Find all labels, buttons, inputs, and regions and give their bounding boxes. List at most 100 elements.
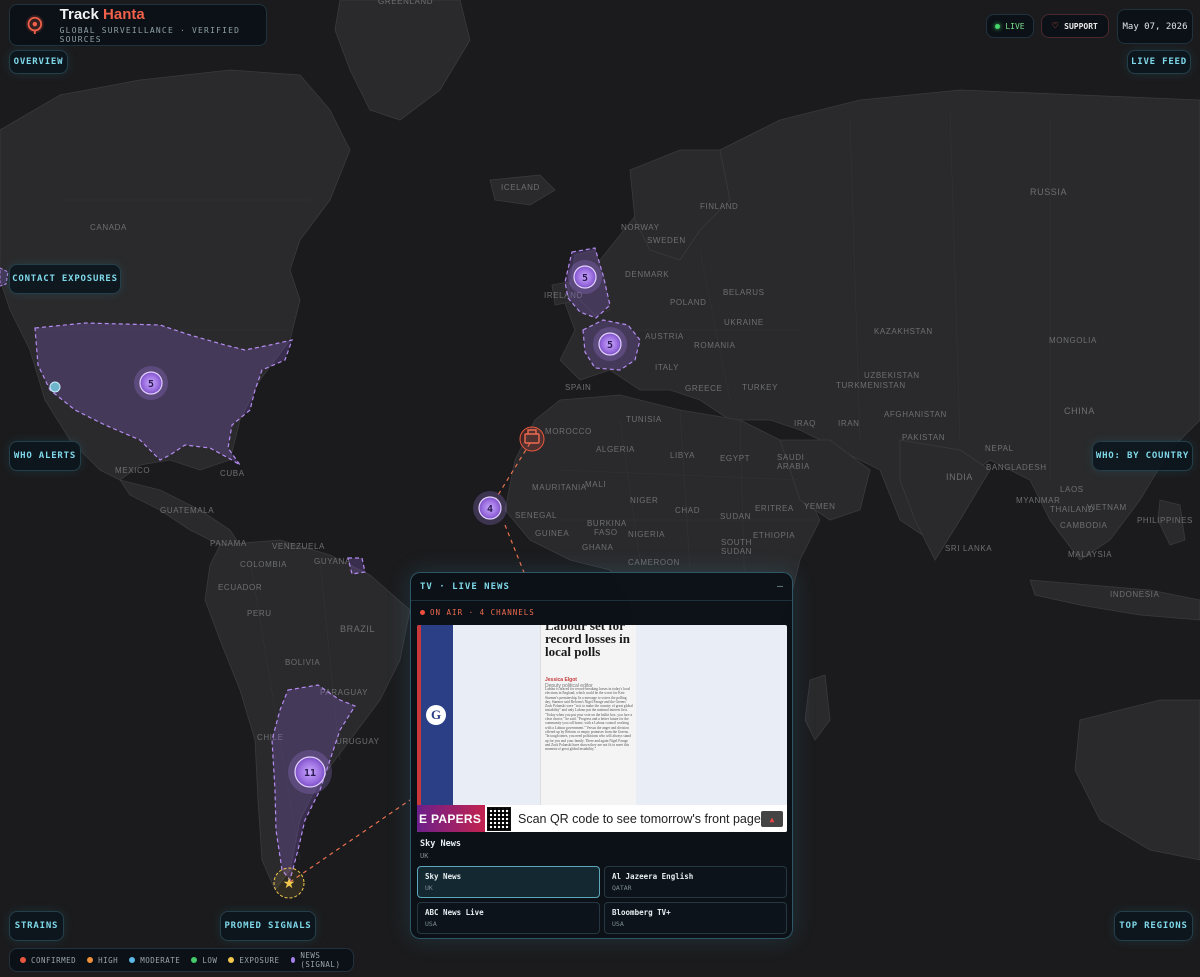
live-feed-button[interactable]: LIVE FEED — [1127, 50, 1191, 74]
svg-text:INDONESIA: INDONESIA — [1110, 590, 1159, 599]
svg-text:UZBEKISTAN: UZBEKISTAN — [864, 371, 920, 380]
current-channel-name: Sky News — [420, 839, 461, 849]
svg-text:MYANMAR: MYANMAR — [1016, 496, 1061, 505]
legend-dot-icon — [87, 957, 94, 963]
channel-country: QATAR — [612, 884, 632, 892]
on-air-label: ON AIR · 4 CHANNELS — [430, 608, 535, 617]
live-dot-icon — [995, 23, 1001, 29]
channel-country: USA — [612, 920, 624, 928]
svg-text:PANAMA: PANAMA — [210, 539, 247, 548]
svg-text:MAURITANIA: MAURITANIA — [532, 483, 587, 492]
support-label: SUPPORT — [1064, 21, 1098, 31]
strains-button[interactable]: STRAINS — [9, 911, 64, 941]
app-title: Track Hanta — [59, 5, 145, 23]
svg-text:LAOS: LAOS — [1060, 485, 1084, 494]
overview-button[interactable]: OVERVIEW — [9, 50, 68, 74]
exposure-marker[interactable]: ★ — [273, 867, 305, 899]
svg-text:CHINA: CHINA — [1064, 406, 1095, 416]
svg-text:UKRAINE: UKRAINE — [724, 318, 764, 327]
svg-text:FASO: FASO — [594, 528, 618, 537]
svg-text:BOLIVIA: BOLIVIA — [285, 658, 320, 667]
svg-text:URUGUAY: URUGUAY — [336, 737, 380, 746]
map-legend: CONFIRMED HIGH MODERATE LOW EXPOSURE NEW… — [9, 948, 354, 972]
svg-text:SENEGAL: SENEGAL — [515, 511, 557, 520]
svg-text:MEXICO: MEXICO — [115, 466, 150, 475]
on-air-dot-icon — [420, 610, 425, 615]
promed-signals-button[interactable]: PROMED SIGNALS — [220, 911, 316, 941]
svg-text:GUINEA: GUINEA — [535, 529, 569, 538]
svg-text:VIETNAM: VIETNAM — [1087, 503, 1127, 512]
svg-text:ETHIOPIA: ETHIOPIA — [753, 531, 795, 540]
svg-text:TUNISIA: TUNISIA — [626, 415, 662, 424]
svg-text:BURKINA: BURKINA — [587, 519, 627, 528]
svg-text:LIBYA: LIBYA — [670, 451, 695, 460]
channel-sky-news[interactable]: Sky News UK — [417, 866, 600, 898]
ship-marker[interactable] — [519, 426, 545, 452]
moderate-marker[interactable] — [49, 381, 61, 393]
svg-text:ITALY: ITALY — [655, 363, 679, 372]
cluster-count: 4 — [487, 504, 493, 515]
minimize-button[interactable]: — — [777, 581, 783, 592]
cluster-usa[interactable]: 5 — [134, 366, 168, 400]
svg-text:MONGOLIA: MONGOLIA — [1049, 336, 1097, 345]
svg-text:CAMBODIA: CAMBODIA — [1060, 521, 1108, 530]
svg-text:VENEZUELA: VENEZUELA — [272, 542, 325, 551]
svg-text:ECUADOR: ECUADOR — [218, 583, 262, 592]
svg-text:CUBA: CUBA — [220, 469, 245, 478]
app-subtitle: GLOBAL SURVEILLANCE · VERIFIED SOURCES — [59, 25, 241, 44]
date-display: May 07, 2026 — [1117, 9, 1193, 44]
svg-text:SAUDI: SAUDI — [777, 453, 804, 462]
svg-text:TURKEY: TURKEY — [742, 383, 778, 392]
svg-text:POLAND: POLAND — [670, 298, 707, 307]
heart-icon: ♡ — [1052, 20, 1059, 32]
svg-text:ROMANIA: ROMANIA — [694, 341, 736, 350]
svg-text:SRI LANKA: SRI LANKA — [945, 544, 992, 553]
legend-news-signal: NEWS (SIGNAL) — [290, 951, 354, 969]
svg-text:GUATEMALA: GUATEMALA — [160, 506, 214, 515]
qr-code-icon — [487, 806, 511, 831]
svg-text:GUYANA: GUYANA — [314, 557, 351, 566]
brand-panel: Track Hanta GLOBAL SURVEILLANCE · VERIFI… — [9, 4, 267, 46]
svg-text:NORWAY: NORWAY — [621, 223, 660, 232]
cluster-france[interactable]: 5 — [593, 327, 627, 361]
support-button[interactable]: ♡ SUPPORT — [1041, 14, 1109, 38]
contact-exposures-button[interactable]: CONTACT EXPOSURES — [9, 264, 121, 294]
svg-text:AFGHANISTAN: AFGHANISTAN — [884, 410, 947, 419]
channel-al-jazeera[interactable]: Al Jazeera English QATAR — [604, 866, 787, 898]
svg-text:ARABIA: ARABIA — [777, 462, 810, 471]
legend-dot-icon — [191, 957, 198, 963]
channel-name: Bloomberg TV+ — [612, 908, 671, 917]
svg-text:MALAYSIA: MALAYSIA — [1068, 550, 1112, 559]
svg-text:EGYPT: EGYPT — [720, 454, 750, 463]
svg-text:PHILIPPINES: PHILIPPINES — [1137, 516, 1193, 525]
svg-text:BRAZIL: BRAZIL — [340, 624, 375, 634]
video-player[interactable]: G Labour set for record losses in local … — [417, 625, 787, 832]
svg-text:GREENLAND: GREENLAND — [378, 0, 433, 6]
svg-text:ICELAND: ICELAND — [501, 183, 540, 192]
svg-text:KAZAKHSTAN: KAZAKHSTAN — [874, 327, 933, 336]
who-by-country-button[interactable]: WHO: BY COUNTRY — [1092, 441, 1193, 471]
svg-text:INDIA: INDIA — [946, 472, 973, 482]
video-headline: Labour set for record losses in local po… — [545, 625, 630, 659]
channel-country: USA — [425, 920, 437, 928]
top-regions-button[interactable]: TOP REGIONS — [1114, 911, 1193, 941]
cluster-argentina[interactable]: 11 — [288, 750, 332, 794]
cluster-count: 5 — [582, 273, 588, 284]
svg-text:BANGLADESH: BANGLADESH — [986, 463, 1047, 472]
channel-name: ABC News Live — [425, 908, 484, 917]
on-air-status: ON AIR · 4 CHANNELS — [420, 608, 535, 617]
cluster-uk[interactable]: 5 — [568, 260, 602, 294]
svg-text:RUSSIA: RUSSIA — [1030, 187, 1067, 197]
channel-bloomberg[interactable]: Bloomberg TV+ USA — [604, 902, 787, 934]
cluster-cape-verde[interactable]: 4 — [473, 491, 507, 525]
svg-text:SUDAN: SUDAN — [720, 512, 751, 521]
svg-text:COLOMBIA: COLOMBIA — [240, 560, 287, 569]
svg-text:DENMARK: DENMARK — [625, 270, 669, 279]
svg-text:CAMEROON: CAMEROON — [628, 558, 680, 567]
svg-text:PERU: PERU — [247, 609, 272, 618]
who-alerts-button[interactable]: WHO ALERTS — [9, 441, 81, 471]
channel-abc-news-live[interactable]: ABC News Live USA — [417, 902, 600, 934]
biohazard-logo-icon — [25, 15, 44, 35]
svg-text:TURKMENISTAN: TURKMENISTAN — [836, 381, 906, 390]
legend-high: HIGH — [87, 956, 118, 965]
